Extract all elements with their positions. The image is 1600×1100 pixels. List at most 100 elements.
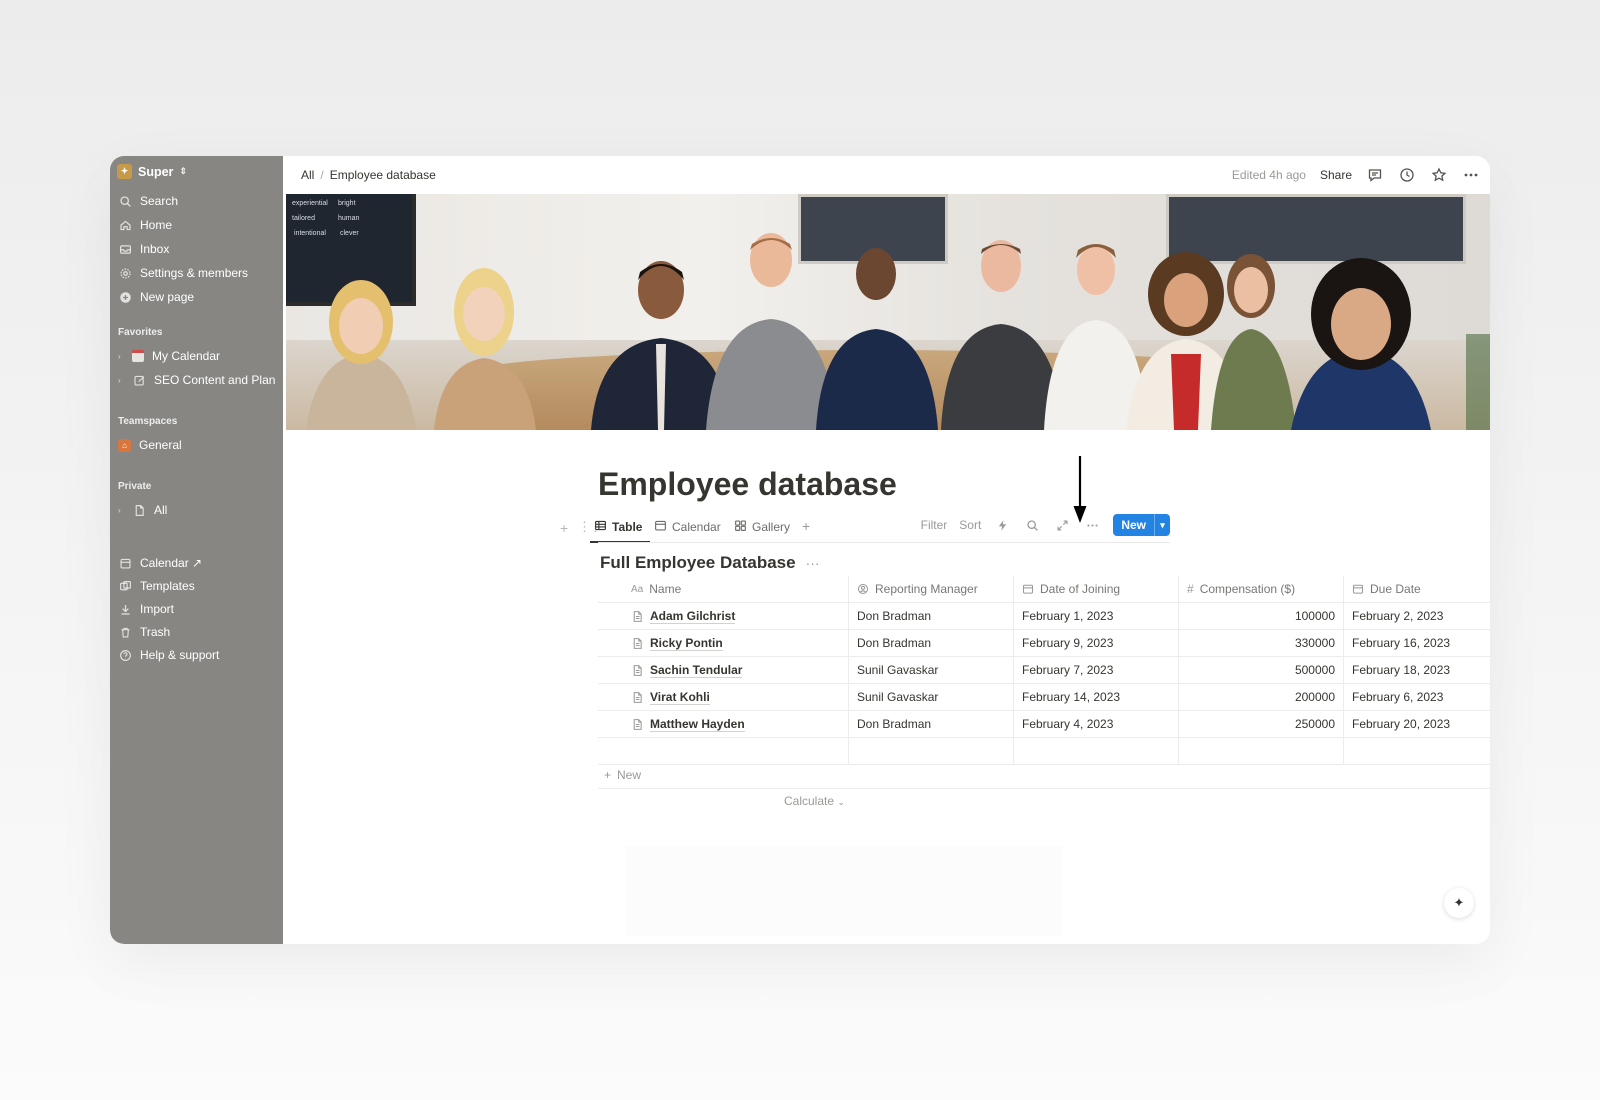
employee-name[interactable]: Matthew Hayden — [650, 717, 745, 732]
share-button[interactable]: Share — [1320, 168, 1352, 182]
cell-manager[interactable]: Don Bradman — [848, 603, 1013, 629]
filter-button[interactable]: Filter — [921, 518, 948, 532]
chevron-down-icon[interactable]: ▾ — [1154, 514, 1170, 536]
table-row[interactable]: Ricky Pontin Don Bradman February 9, 202… — [598, 630, 1490, 657]
sidebar-item-import[interactable]: Import — [118, 598, 174, 620]
table-row[interactable]: Sachin Tendular Sunil Gavaskar February … — [598, 657, 1490, 684]
search-icon[interactable] — [1023, 516, 1041, 534]
cell-compensation[interactable] — [1178, 738, 1343, 764]
cell-manager[interactable]: Don Bradman — [848, 711, 1013, 737]
breadcrumb-item-all[interactable]: All — [301, 168, 314, 182]
person-1 — [306, 280, 416, 430]
tab-table[interactable]: Table — [594, 519, 642, 535]
new-record-button[interactable]: New ▾ — [1113, 514, 1170, 536]
cell-manager[interactable]: Sunil Gavaskar — [848, 657, 1013, 683]
employee-name[interactable]: Sachin Tendular — [650, 663, 743, 678]
sidebar-item-seo-content[interactable]: › SEO Content and Plan — [118, 369, 275, 391]
more-icon[interactable] — [1462, 166, 1480, 184]
tab-calendar[interactable]: Calendar — [654, 519, 721, 535]
column-header-manager[interactable]: Reporting Manager — [848, 576, 1013, 602]
employee-name[interactable]: Virat Kohli — [650, 690, 710, 705]
tab-label: Calendar — [672, 520, 721, 534]
new-button-label[interactable]: New — [1113, 514, 1154, 536]
sidebar-item-trash[interactable]: Trash — [118, 621, 170, 643]
calculate-button[interactable]: Calculate ⌄ — [784, 794, 845, 808]
sidebar-item-my-calendar[interactable]: › My Calendar — [118, 345, 220, 367]
cell-due-date[interactable]: February 6, 2023 — [1343, 684, 1490, 710]
table-row[interactable]: Virat Kohli Sunil Gavaskar February 14, … — [598, 684, 1490, 711]
sidebar-item-all[interactable]: › All — [118, 499, 167, 521]
cell-compensation[interactable]: 500000 — [1178, 657, 1343, 683]
cell-due-date[interactable]: February 2, 2023 — [1343, 603, 1490, 629]
column-header-joining[interactable]: Date of Joining — [1013, 576, 1178, 602]
cell-name[interactable] — [623, 738, 848, 764]
sort-button[interactable]: Sort — [959, 518, 981, 532]
sidebar-item-help[interactable]: Help & support — [118, 644, 219, 666]
number-property-icon: # — [1187, 582, 1194, 596]
column-header-compensation[interactable]: # Compensation ($) — [1178, 576, 1343, 602]
workspace-logo-icon: ✦ — [117, 164, 132, 179]
cell-joining[interactable]: February 7, 2023 — [1013, 657, 1178, 683]
cell-due-date[interactable]: February 20, 2023 — [1343, 711, 1490, 737]
database-title[interactable]: Full Employee Database ··· — [600, 553, 820, 573]
tab-gallery[interactable]: Gallery — [734, 519, 790, 535]
cell-manager[interactable]: Don Bradman — [848, 630, 1013, 656]
cell-compensation[interactable]: 250000 — [1178, 711, 1343, 737]
sidebar-item-general[interactable]: ⌂ General — [118, 434, 182, 456]
sidebar-item-home[interactable]: Home — [118, 214, 172, 236]
cell-compensation[interactable]: 200000 — [1178, 684, 1343, 710]
breadcrumb-item-current[interactable]: Employee database — [330, 168, 436, 182]
chevron-right-icon[interactable]: › — [118, 352, 124, 361]
chevron-right-icon[interactable]: › — [118, 506, 124, 515]
cell-name[interactable]: Matthew Hayden — [623, 711, 848, 737]
sidebar-item-templates[interactable]: Templates — [118, 575, 195, 597]
cell-manager[interactable] — [848, 738, 1013, 764]
history-icon[interactable] — [1398, 166, 1416, 184]
import-icon — [118, 602, 132, 616]
date-property-icon — [1022, 583, 1034, 595]
cell-name[interactable]: Virat Kohli — [623, 684, 848, 710]
database-title-text[interactable]: Full Employee Database — [600, 553, 796, 573]
table-header-row: Aa Name Reporting Manager Date of Joinin… — [598, 576, 1490, 603]
column-label: Due Date — [1370, 582, 1421, 596]
sidebar-item-search[interactable]: Search — [118, 190, 178, 212]
expand-icon[interactable] — [1053, 516, 1071, 534]
cell-due-date[interactable]: February 16, 2023 — [1343, 630, 1490, 656]
workspace-switcher[interactable]: ✦ Super ⇕ — [117, 164, 187, 179]
cell-compensation[interactable]: 100000 — [1178, 603, 1343, 629]
sidebar-item-inbox[interactable]: Inbox — [118, 238, 169, 260]
cell-due-date[interactable]: February 18, 2023 — [1343, 657, 1490, 683]
comment-icon[interactable] — [1366, 166, 1384, 184]
cell-joining[interactable]: February 9, 2023 — [1013, 630, 1178, 656]
column-header-name[interactable]: Aa Name — [623, 576, 848, 602]
cell-due-date[interactable] — [1343, 738, 1490, 764]
sidebar-item-new-page[interactable]: New page — [118, 286, 194, 308]
chevron-right-icon[interactable]: › — [118, 376, 124, 385]
table-row[interactable]: Matthew Hayden Don Bradman February 4, 2… — [598, 711, 1490, 738]
cell-joining[interactable]: February 4, 2023 — [1013, 711, 1178, 737]
cover-image[interactable]: experiential bright tailored human inten… — [286, 194, 1490, 430]
employee-name[interactable]: Ricky Pontin — [650, 636, 723, 651]
column-header-due-date[interactable]: Due Date — [1343, 576, 1490, 602]
sidebar-item-calendar[interactable]: Calendar ↗ — [118, 552, 202, 574]
cell-joining[interactable]: February 1, 2023 — [1013, 603, 1178, 629]
cell-name[interactable]: Ricky Pontin — [623, 630, 848, 656]
table-row-empty[interactable] — [598, 738, 1490, 765]
table-row[interactable]: Adam Gilchrist Don Bradman February 1, 2… — [598, 603, 1490, 630]
cell-joining[interactable] — [1013, 738, 1178, 764]
add-block-icon[interactable]: + — [560, 520, 568, 536]
cell-name[interactable]: Adam Gilchrist — [623, 603, 848, 629]
cell-compensation[interactable]: 330000 — [1178, 630, 1343, 656]
add-view-icon[interactable]: + — [802, 518, 810, 534]
star-icon[interactable] — [1430, 166, 1448, 184]
automation-bolt-icon[interactable] — [993, 516, 1011, 534]
add-new-row-button[interactable]: + New — [604, 768, 641, 782]
page-title[interactable]: Employee database — [598, 466, 897, 503]
more-icon[interactable]: ··· — [806, 555, 820, 571]
ai-sparkle-icon[interactable]: ✦ — [1444, 888, 1474, 918]
employee-name[interactable]: Adam Gilchrist — [650, 609, 736, 624]
cell-manager[interactable]: Sunil Gavaskar — [848, 684, 1013, 710]
sidebar-item-settings[interactable]: Settings & members — [118, 262, 248, 284]
cell-joining[interactable]: February 14, 2023 — [1013, 684, 1178, 710]
cell-name[interactable]: Sachin Tendular — [623, 657, 848, 683]
